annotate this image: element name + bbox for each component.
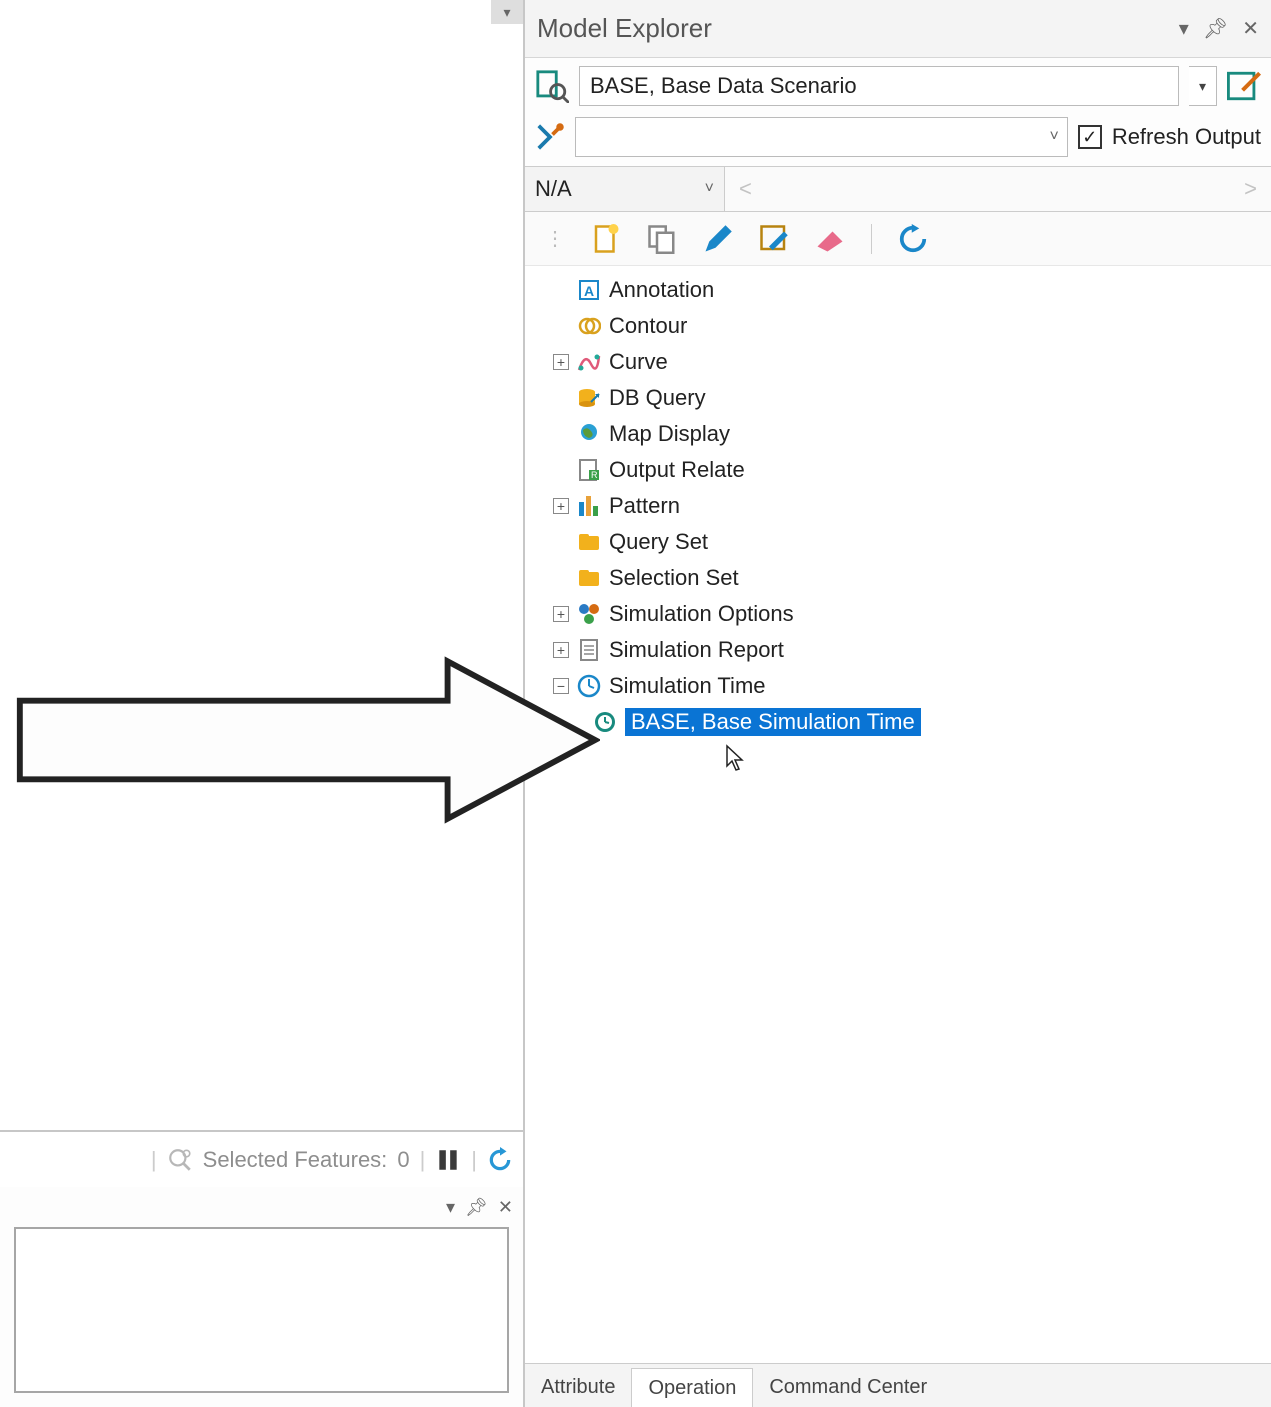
simoptions-icon	[577, 602, 601, 626]
outputrelate-icon: R	[577, 458, 601, 482]
tab-command-center[interactable]: Command Center	[753, 1368, 943, 1407]
scenario-input[interactable]	[579, 66, 1179, 106]
refresh-output-checkbox[interactable]: ✓	[1078, 125, 1102, 149]
expander-icon[interactable]: +	[553, 354, 569, 370]
tree-node-label: DB Query	[609, 385, 706, 411]
na-dropdown[interactable]: N/A ˅	[525, 167, 725, 211]
expander-icon[interactable]: +	[553, 642, 569, 658]
pattern-icon	[577, 494, 601, 518]
panel-close-icon[interactable]: ✕	[498, 1197, 513, 1218]
expander-icon[interactable]: +	[553, 498, 569, 514]
expander-icon[interactable]: −	[553, 678, 569, 694]
tree-node-label: Simulation Time	[609, 673, 766, 699]
tree-toolbar: ⋮	[525, 212, 1271, 266]
panel-dropdown-icon[interactable]: ▾	[446, 1197, 455, 1218]
tree-node-label: Selection Set	[609, 565, 739, 591]
tree-node-label: Curve	[609, 349, 668, 375]
tree-node-mapdisplay[interactable]: Map Display	[533, 416, 1263, 452]
tree-node-simoptions[interactable]: + Simulation Options	[533, 596, 1263, 632]
svg-text:A: A	[584, 283, 594, 299]
tree-node-label: Annotation	[609, 277, 714, 303]
simreport-icon	[577, 638, 601, 662]
tree[interactable]: A Annotation Contour + Curve DB Query Map Disp…	[525, 266, 1271, 1363]
panel-pin-icon[interactable]: 📌︎	[1203, 16, 1228, 41]
selected-features-count: 0	[397, 1147, 409, 1173]
new-icon[interactable]	[591, 224, 621, 254]
edit-pencil-icon[interactable]	[703, 224, 733, 254]
refresh-output-label: Refresh Output	[1112, 124, 1261, 150]
tools-icon[interactable]	[535, 122, 565, 152]
selectionset-icon	[577, 566, 601, 590]
panel-close-icon[interactable]: ✕	[1242, 16, 1259, 41]
tree-node-label: Simulation Options	[609, 601, 794, 627]
map-canvas[interactable]: ▾	[0, 0, 523, 1132]
tree-node-label: Output Relate	[609, 457, 745, 483]
tree-node-label: Pattern	[609, 493, 680, 519]
tree-node-simtime[interactable]: − Simulation Time	[533, 668, 1263, 704]
tree-node-label: BASE, Base Simulation Time	[625, 708, 921, 736]
canvas-dropdown[interactable]: ▾	[491, 0, 523, 24]
reload-icon[interactable]	[898, 224, 928, 254]
annotation-icon: A	[577, 278, 601, 302]
tree-node-simreport[interactable]: + Simulation Report	[533, 632, 1263, 668]
simtime-child-icon	[593, 710, 617, 734]
status-bar: | Selected Features: 0 | |	[0, 1132, 523, 1187]
zoom-selected-icon[interactable]	[167, 1147, 193, 1173]
tree-node-annotation[interactable]: A Annotation	[533, 272, 1263, 308]
next-icon[interactable]: >	[1244, 176, 1257, 202]
refresh-icon[interactable]	[487, 1147, 513, 1173]
tree-node-outputrelate[interactable]: R Output Relate	[533, 452, 1263, 488]
panel-dropdown-icon[interactable]: ▾	[1179, 16, 1189, 41]
scenario-search-icon[interactable]	[535, 69, 569, 103]
tree-node-pattern[interactable]: + Pattern	[533, 488, 1263, 524]
tab-attribute[interactable]: Attribute	[525, 1368, 631, 1407]
tree-node-label: Query Set	[609, 529, 708, 555]
pause-icon[interactable]	[435, 1147, 461, 1173]
scenario-edit-icon[interactable]	[1227, 69, 1261, 103]
erase-icon[interactable]	[815, 224, 845, 254]
tree-node-label: Contour	[609, 313, 687, 339]
tree-node-dbquery[interactable]: DB Query	[533, 380, 1263, 416]
panel-title: Model Explorer	[537, 13, 1179, 44]
tree-node-curve[interactable]: + Curve	[533, 344, 1263, 380]
tree-node-selectionset[interactable]: Selection Set	[533, 560, 1263, 596]
mapdisplay-icon	[577, 422, 601, 446]
bottom-tabs: AttributeOperationCommand Center	[525, 1363, 1271, 1407]
model-explorer-panel: Model Explorer ▾ 📌︎ ✕ ▾	[525, 0, 1271, 1407]
prev-icon[interactable]: <	[739, 176, 752, 202]
tree-node-contour[interactable]: Contour	[533, 308, 1263, 344]
curve-icon	[577, 350, 601, 374]
tab-operation[interactable]: Operation	[631, 1368, 753, 1407]
lower-panel-textbox[interactable]	[14, 1227, 509, 1393]
simtime-icon	[577, 674, 601, 698]
cursor-icon	[725, 744, 745, 772]
arrow-annotation	[10, 655, 600, 825]
copy-icon[interactable]	[647, 224, 677, 254]
contour-icon	[577, 314, 601, 338]
dbquery-icon	[577, 386, 601, 410]
tree-node-queryset[interactable]: Query Set	[533, 524, 1263, 560]
lower-left-panel: ▾ 📌︎ ✕	[0, 1187, 523, 1407]
scenario-dropdown[interactable]: ▾	[1189, 66, 1217, 106]
filter-select[interactable]: ˅	[575, 117, 1068, 157]
tree-node-label: Map Display	[609, 421, 730, 447]
queryset-icon	[577, 530, 601, 554]
expander-icon[interactable]: +	[553, 606, 569, 622]
svg-text:R: R	[591, 470, 598, 480]
tree-node-base-simulation-time[interactable]: BASE, Base Simulation Time	[533, 704, 1263, 740]
panel-pin-icon[interactable]: 📌︎	[465, 1197, 488, 1218]
tree-node-label: Simulation Report	[609, 637, 784, 663]
selected-features-label: Selected Features:	[203, 1147, 388, 1173]
panel-header: Model Explorer ▾ 📌︎ ✕	[525, 0, 1271, 58]
edit-frame-icon[interactable]	[759, 224, 789, 254]
